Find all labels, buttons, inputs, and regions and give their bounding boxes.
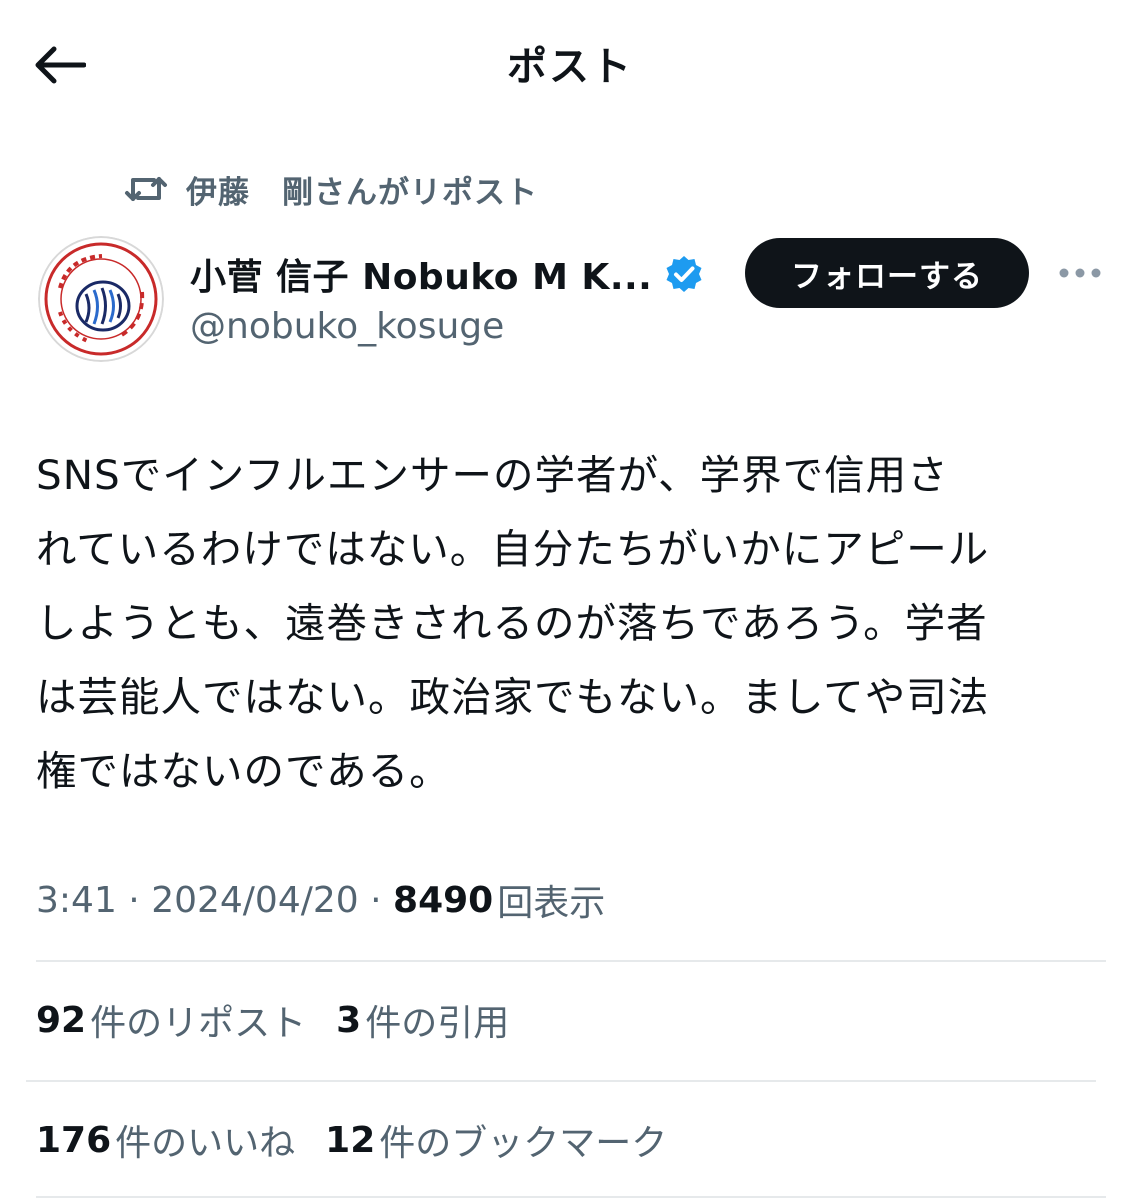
meta-separator: · [116,879,152,921]
post-text-line: れているわけではない。自分たちがいかにアピール [36,525,990,573]
verified-badge-icon [664,254,704,294]
post-text-line: は芸能人ではない。政治家でもない。ましてや司法 [36,673,990,721]
quotes-label: 件の引用 [365,1003,510,1044]
page-title: ポスト [507,44,633,90]
reposts-label: 件のリポスト [90,1003,307,1044]
views-count: 8490 [393,879,494,921]
post-time[interactable]: 3:41 [36,880,117,921]
stats-row-likes: 176 件のいいね 12 件のブックマーク [36,1110,697,1170]
views-label: 回表示 [497,883,606,924]
divider [36,960,1106,962]
post-date[interactable]: 2024/04/20 [151,880,359,921]
meta-separator: · [358,879,394,921]
more-options-button[interactable] [1052,250,1108,296]
top-bar: ポスト [0,0,1140,130]
likes-stat[interactable]: 176 件のいいね [36,1114,295,1166]
divider [26,1080,1096,1082]
bookmarks-label: 件のブックマーク [379,1123,668,1164]
post-detail-page: ポスト 伊藤 剛さんがリポスト 小菅 信子 Nobuko M K... @nob… [0,0,1140,1200]
post-text-line: SNSでインフルエンサーの学者が、学界で信用さ [36,451,949,499]
reposts-count: 92 [36,999,87,1041]
quotes-stat[interactable]: 3 件の引用 [336,994,509,1046]
post-text-line: しようとも、遠巻きされるのが落ちであろう。学者 [36,599,988,647]
repost-context[interactable]: 伊藤 剛さんがリポスト [124,164,538,214]
follow-button[interactable]: フォローする [745,238,1029,308]
post-meta: 3:41 · 2024/04/20 · 8490 回表示 [36,870,605,930]
post-text-line: 権ではないのである。 [36,747,451,795]
author-name[interactable]: 小菅 信子 Nobuko M K... [190,248,652,300]
bookmarks-count: 12 [325,1119,376,1161]
more-dots-icon [1058,264,1102,283]
author-avatar[interactable] [38,236,164,362]
post-text: SNSでインフルエンサーの学者が、学界で信用さ れているわけではない。自分たちが… [36,438,1110,808]
author-name-row: 小菅 信子 Nobuko M K... [190,244,704,304]
likes-count: 176 [36,1119,112,1161]
repost-icon [124,167,172,211]
reposts-stat[interactable]: 92 件のリポスト [36,994,306,1046]
repost-label: 伊藤 剛さんがリポスト [186,174,538,211]
quotes-count: 3 [336,999,362,1041]
author-handle[interactable]: @nobuko_kosuge [190,300,504,354]
divider [36,1196,1106,1198]
stats-row-reposts: 92 件のリポスト 3 件の引用 [36,990,539,1050]
likes-label: 件のいいね [115,1123,296,1164]
bookmarks-stat[interactable]: 12 件のブックマーク [325,1114,667,1166]
